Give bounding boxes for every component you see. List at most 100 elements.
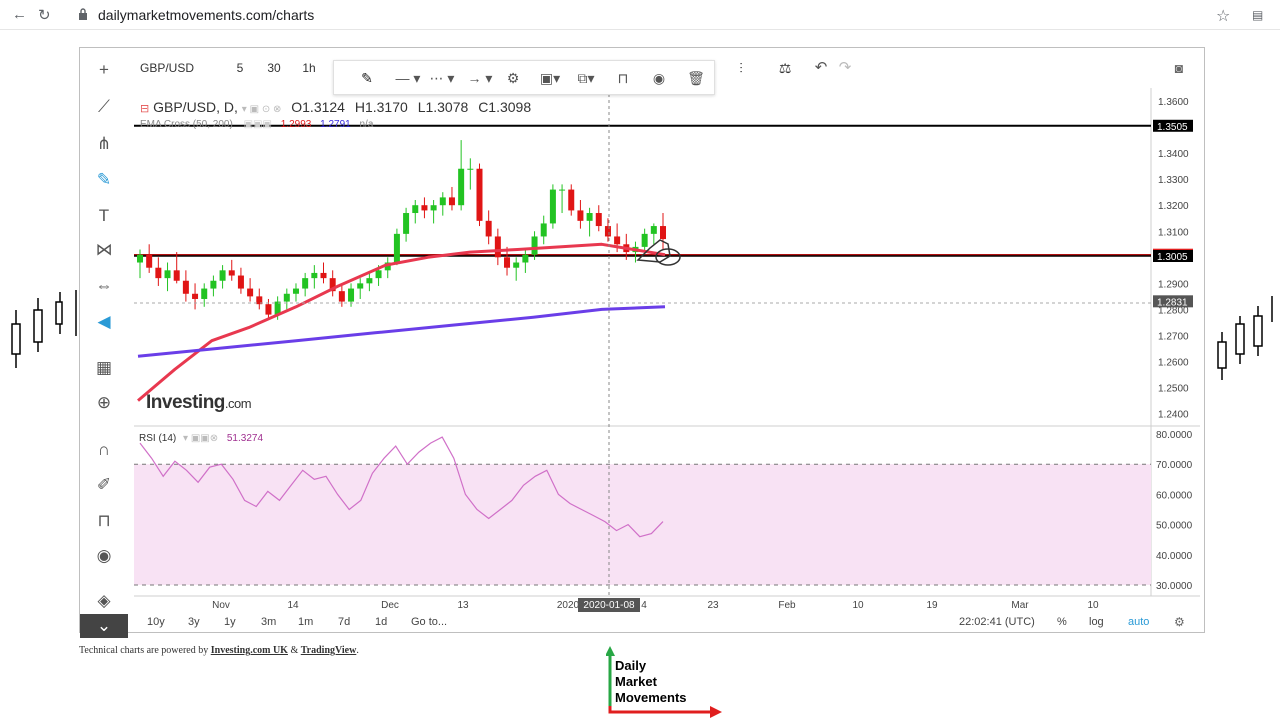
ema-legend: EMA Cross (50, 200) ▣▣▣ 1.2993 1.2791 n/… bbox=[140, 119, 373, 130]
time-tick-label: 10 bbox=[852, 600, 864, 611]
logo-line2: Market bbox=[615, 674, 657, 689]
price-tick-label: 1.3600 bbox=[1158, 97, 1189, 108]
candle-body bbox=[338, 291, 345, 302]
goto-date-button[interactable]: Go to... bbox=[411, 616, 447, 628]
candle-body bbox=[302, 278, 309, 289]
pen-color-icon[interactable]: ✎ bbox=[356, 67, 378, 89]
price-tick-label: 1.3100 bbox=[1158, 227, 1189, 238]
time-tick-label: Mar bbox=[1011, 600, 1029, 611]
range-1d[interactable]: 1d bbox=[375, 616, 387, 628]
lock-drawing-icon[interactable]: ⊓ bbox=[612, 67, 634, 89]
candle-body bbox=[540, 223, 547, 237]
percent-toggle[interactable]: % bbox=[1057, 616, 1067, 628]
range-1m[interactable]: 1m bbox=[298, 616, 313, 628]
candle-body bbox=[421, 205, 428, 211]
ema-slow-value: 1.2791 bbox=[320, 119, 351, 130]
price-tick-label: 1.3400 bbox=[1158, 149, 1189, 160]
time-tick-label: Feb bbox=[778, 600, 796, 611]
range-3m[interactable]: 3m bbox=[261, 616, 276, 628]
candle-body bbox=[375, 270, 382, 279]
rsi-label: RSI (14) bbox=[139, 433, 177, 444]
range-7d[interactable]: 7d bbox=[338, 616, 350, 628]
rsi-menu-icon[interactable]: ▾ ▣▣⊗ bbox=[183, 433, 218, 444]
candle-body bbox=[568, 189, 575, 211]
rsi-tick-label: 60.0000 bbox=[1156, 490, 1193, 501]
crosshair-date-label: 2020-01-08 bbox=[583, 600, 635, 611]
time-tick-label: 10 bbox=[1087, 600, 1099, 611]
decor-candles-right-icon bbox=[1217, 296, 1273, 380]
candle-body bbox=[403, 213, 410, 234]
decor-candles-left-icon bbox=[11, 290, 77, 368]
watermark-brand: Investing bbox=[146, 392, 225, 413]
candle-body bbox=[201, 288, 208, 299]
candle-body bbox=[237, 275, 244, 289]
candle-body bbox=[348, 288, 355, 302]
symbol-legend: ⊟ GBP/USD, D, ▾ ▣ ⊙ ⊗ O1.3124 H1.3170 L1… bbox=[140, 99, 531, 115]
ema-extra-value: n/a bbox=[359, 119, 374, 130]
time-tick-label: 23 bbox=[707, 600, 719, 611]
price-tick-label: 1.3300 bbox=[1158, 175, 1189, 186]
range-1y[interactable]: 1y bbox=[224, 616, 236, 628]
time-tick-label: Dec bbox=[381, 600, 399, 611]
price-badge-label: 1.3005 bbox=[1157, 252, 1188, 263]
chart-settings-icon[interactable]: ⚙ bbox=[1174, 615, 1185, 629]
price-badge-label: 1.3505 bbox=[1157, 122, 1188, 133]
candle-body bbox=[155, 267, 162, 279]
rsi-legend: RSI (14) ▾ ▣▣⊗ 51.3274 bbox=[139, 433, 263, 444]
footer-prefix: Technical charts are powered by bbox=[79, 645, 209, 656]
logo-line3: Movements bbox=[615, 690, 687, 705]
candle-body bbox=[182, 280, 189, 294]
candle-body bbox=[559, 189, 566, 191]
candle-body bbox=[146, 254, 153, 268]
candle-body bbox=[247, 288, 254, 297]
candle-body bbox=[320, 272, 327, 279]
candle-body bbox=[494, 236, 501, 258]
candle-body bbox=[641, 233, 648, 247]
candle-body bbox=[265, 304, 272, 315]
legend-close: C1.3098 bbox=[478, 99, 532, 115]
candle-body bbox=[393, 233, 400, 263]
legend-title: GBP/USD, D, bbox=[153, 99, 238, 115]
investing-watermark: Investing.com bbox=[146, 392, 252, 414]
tradingview-link[interactable]: TradingView bbox=[301, 645, 357, 656]
candle-body bbox=[485, 220, 492, 237]
line-end-icon[interactable]: → ▾ bbox=[464, 67, 496, 89]
line-width-icon[interactable]: ⋯ ▾ bbox=[426, 67, 458, 89]
candle-body bbox=[439, 197, 446, 206]
candle-body bbox=[173, 270, 180, 281]
candle-body bbox=[430, 205, 437, 211]
legend-low: L1.3078 bbox=[417, 99, 469, 115]
candle-body bbox=[357, 283, 364, 289]
candle-body bbox=[531, 236, 538, 255]
drawing-properties-bar: ✎ — ▾ ⋯ ▾ → ▾ ⚙ ▣▾ ⧉▾ ⊓ ◉ 🗑 bbox=[333, 60, 715, 95]
rsi-value: 51.3274 bbox=[226, 433, 264, 444]
ema-settings-icon[interactable]: ▣▣▣ bbox=[244, 119, 272, 130]
line-style-icon[interactable]: — ▾ bbox=[392, 67, 424, 89]
candle-body bbox=[192, 293, 199, 299]
powered-by-footer: Technical charts are powered by Investin… bbox=[79, 645, 359, 656]
rsi-tick-label: 50.0000 bbox=[1156, 521, 1193, 532]
price-tick-label: 1.2900 bbox=[1158, 279, 1189, 290]
ema-fast-line bbox=[137, 242, 666, 402]
log-toggle[interactable]: log bbox=[1089, 616, 1104, 628]
range-bar: 10y 3y 1y 3m 1m 7d 1d Go to... 22:02:41 … bbox=[134, 612, 1200, 632]
settings-icon[interactable]: ⚙ bbox=[502, 67, 524, 89]
investing-link[interactable]: Investing.com UK bbox=[211, 645, 288, 656]
candle-body bbox=[228, 270, 235, 276]
template-icon[interactable]: ▣▾ bbox=[536, 67, 564, 89]
time-tick-label: 4 bbox=[641, 600, 647, 611]
time-tick-label: 13 bbox=[457, 600, 469, 611]
auto-toggle[interactable]: auto bbox=[1128, 616, 1149, 628]
delete-icon[interactable]: 🗑 bbox=[685, 67, 707, 89]
price-badge-label: 1.2831 bbox=[1157, 297, 1188, 308]
price-tick-label: 1.2700 bbox=[1158, 331, 1189, 342]
collapse-legend-icon[interactable]: ⊟ bbox=[140, 103, 149, 115]
range-3y[interactable]: 3y bbox=[188, 616, 200, 628]
range-10y[interactable]: 10y bbox=[147, 616, 165, 628]
candle-body bbox=[522, 254, 529, 263]
hide-icon[interactable]: ◉ bbox=[648, 67, 670, 89]
time-tick-label: 14 bbox=[287, 600, 299, 611]
legend-menu-icon[interactable]: ▾ ▣ ⊙ ⊗ bbox=[242, 104, 282, 115]
candle-body bbox=[210, 280, 217, 289]
clone-icon[interactable]: ⧉▾ bbox=[572, 67, 600, 89]
